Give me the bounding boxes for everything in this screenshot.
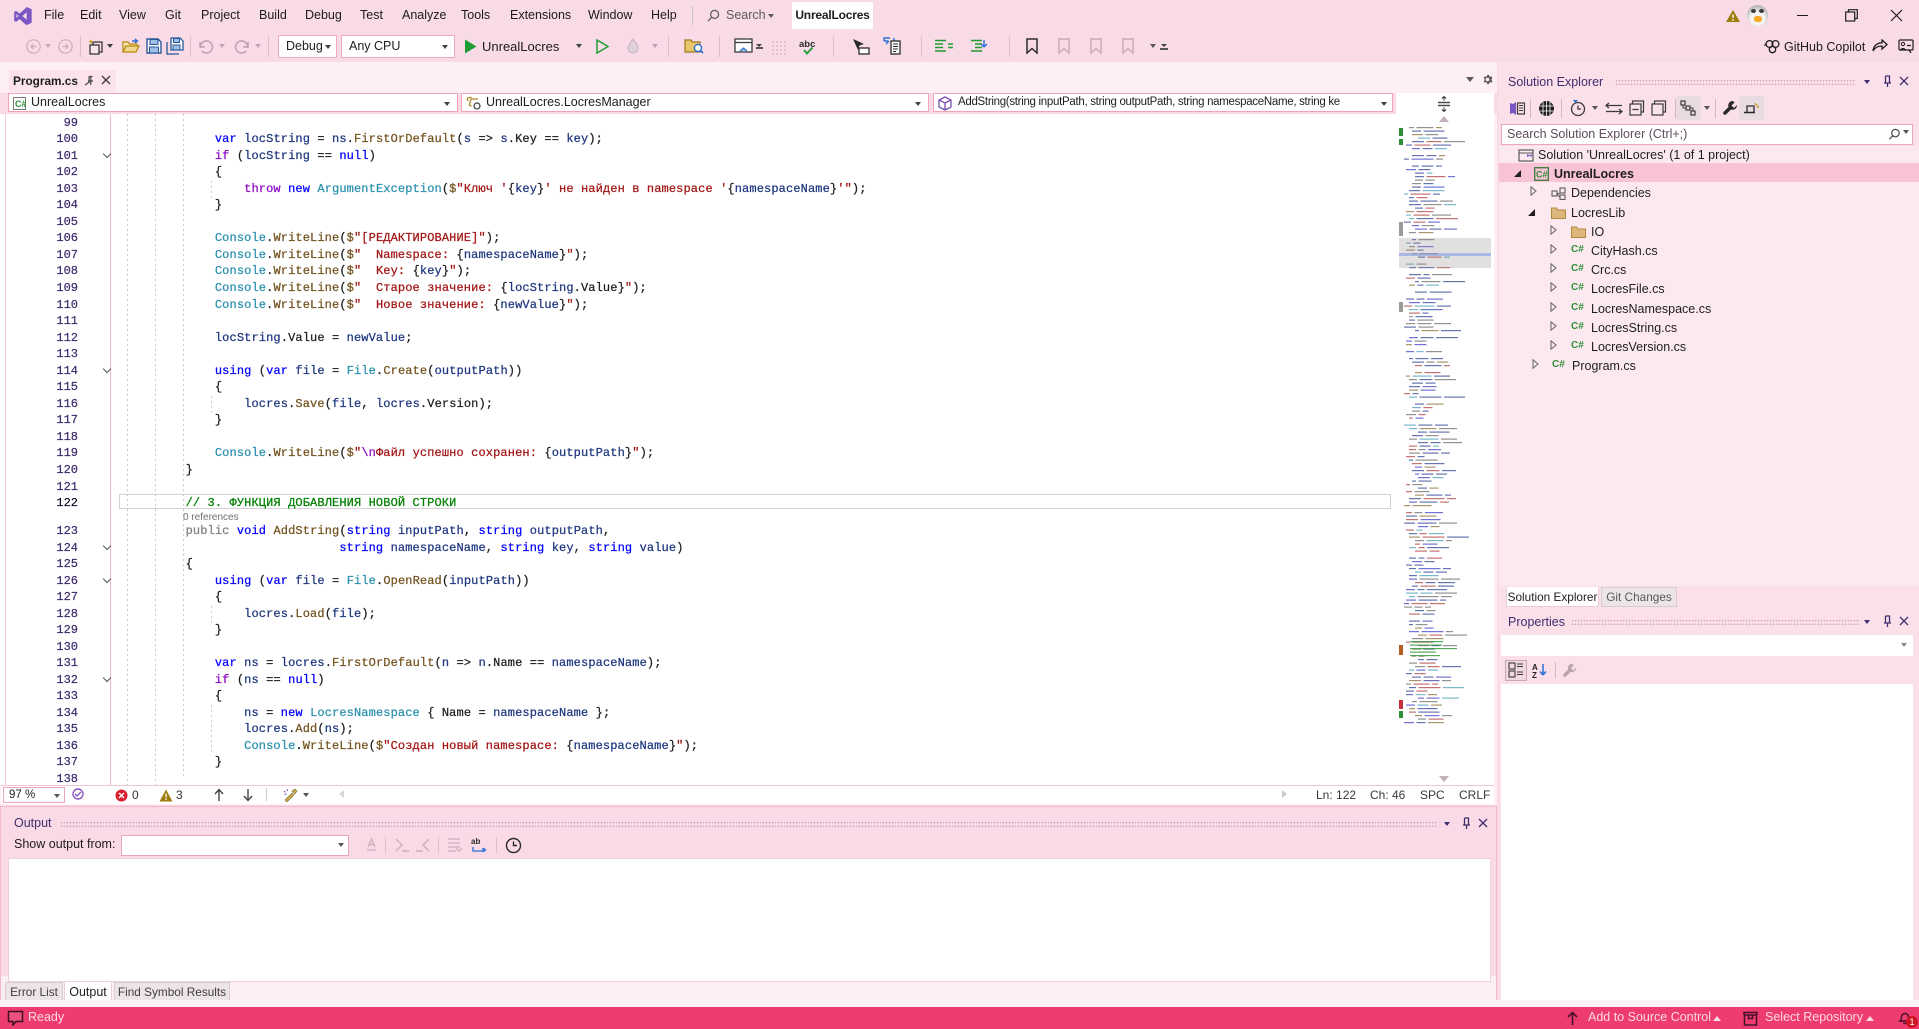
svg-text:ab: ab [471, 837, 480, 846]
svg-text:Z: Z [1532, 671, 1537, 678]
svg-text:C#: C# [15, 99, 26, 109]
svg-text:C#: C# [1536, 170, 1548, 180]
